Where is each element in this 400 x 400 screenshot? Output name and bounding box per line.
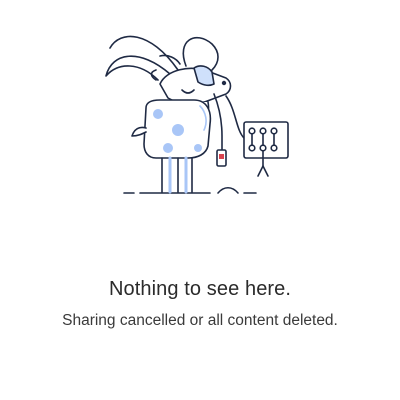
empty-state-title: Nothing to see here. <box>108 278 292 300</box>
goat-body <box>143 99 212 159</box>
ground-line <box>123 186 257 194</box>
empty-state-subtitle: Sharing cancelled or all content deleted… <box>62 312 338 329</box>
cable-plug <box>213 93 227 167</box>
goat-legs <box>161 156 193 194</box>
outlet-icon <box>243 121 289 177</box>
goat-unplugged-icon <box>105 35 289 194</box>
cable-to-outlet <box>225 95 245 139</box>
empty-state-page: Nothing to see here. Sharing cancelled o… <box>0 0 400 400</box>
